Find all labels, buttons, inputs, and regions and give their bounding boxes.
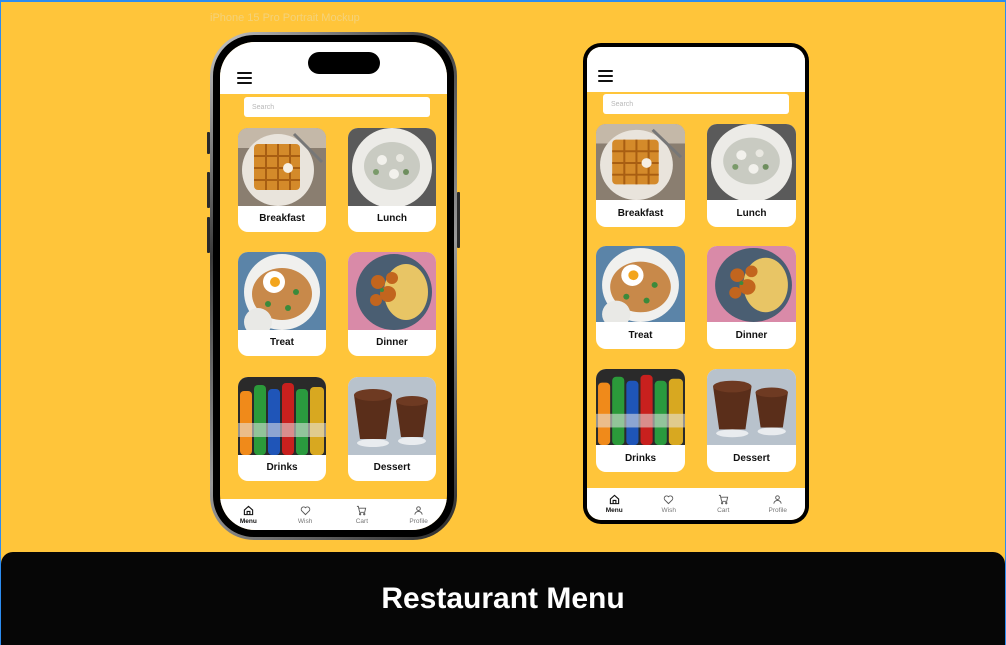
soda-bottles-image (596, 369, 685, 445)
user-icon (773, 495, 782, 504)
fried-rice-image (596, 246, 685, 322)
nav-label: Menu (605, 507, 623, 514)
nav-menu[interactable]: Menu (223, 499, 273, 530)
category-card-dinner[interactable]: Dinner (707, 246, 796, 349)
heart-icon (300, 506, 310, 515)
category-label: Dinner (735, 330, 768, 341)
category-label: Dessert (373, 462, 411, 473)
phone-screen-2: Search Breakfast Lunch Treat Dinner Drin… (587, 47, 805, 520)
title-banner: Restaurant Menu (1, 552, 1005, 645)
category-card-lunch[interactable]: Lunch (348, 128, 436, 232)
iphone-mockup-frame: Search Breakfast Lunch Treat Dinner Drin… (207, 32, 460, 540)
lunch-image (348, 128, 436, 206)
nav-menu[interactable]: Menu (589, 488, 639, 520)
category-label: Treat (628, 330, 653, 341)
category-label: Drinks (266, 462, 298, 473)
noodles-image (348, 252, 436, 330)
noodles-image (707, 246, 796, 322)
category-card-dessert[interactable]: Dessert (348, 377, 436, 481)
cart-icon (718, 494, 728, 505)
banner-title: Restaurant Menu (381, 581, 625, 615)
user-icon (414, 505, 423, 515)
category-card-lunch[interactable]: Lunch (707, 124, 796, 227)
waffle-image (596, 124, 685, 200)
mockup-frame-label: iPhone 15 Pro Portrait Mockup (210, 12, 360, 24)
phone-frame-plain: Search Breakfast Lunch Treat Dinner Drin… (583, 43, 809, 524)
hamburger-menu-icon[interactable] (237, 72, 252, 84)
heart-icon (664, 495, 674, 505)
cart-icon (357, 505, 367, 515)
nav-profile[interactable]: Profile (753, 488, 803, 520)
category-card-treat[interactable]: Treat (238, 252, 326, 356)
fried-rice-image (238, 252, 326, 330)
category-label: Drinks (624, 453, 657, 464)
nav-label: Cart (355, 517, 369, 525)
nav-cart[interactable]: Cart (698, 488, 748, 520)
category-card-drinks[interactable]: Drinks (238, 377, 326, 481)
nav-wish[interactable]: Wish (280, 499, 330, 530)
chocolate-dessert-image (707, 369, 796, 445)
nav-label: Cart (717, 507, 730, 514)
home-icon (609, 494, 619, 505)
app-header (587, 47, 805, 92)
hamburger-menu-icon[interactable] (598, 70, 613, 82)
home-icon (243, 505, 254, 515)
category-label: Dinner (376, 337, 408, 348)
nav-label: Wish (661, 507, 676, 514)
nav-profile[interactable]: Profile (394, 499, 444, 530)
soda-bottles-image (238, 377, 326, 455)
category-label: Lunch (736, 208, 767, 219)
phone-screen-1: Search Breakfast Lunch Treat Dinner Drin… (220, 42, 447, 530)
lunch-image (707, 124, 796, 200)
category-label: Breakfast (617, 208, 664, 219)
nav-label: Wish (297, 517, 313, 525)
category-label: Lunch (377, 213, 407, 224)
bottom-navigation: Menu Wish Cart Profile (587, 488, 805, 520)
nav-label: Profile (409, 517, 428, 525)
category-card-treat[interactable]: Treat (596, 246, 685, 349)
search-input[interactable]: Search (603, 94, 789, 114)
nav-cart[interactable]: Cart (337, 499, 387, 530)
category-label: Treat (270, 337, 294, 348)
waffle-image (238, 128, 326, 206)
category-card-dessert[interactable]: Dessert (707, 369, 796, 472)
category-card-breakfast[interactable]: Breakfast (238, 128, 326, 232)
nav-label: Menu (239, 517, 257, 525)
nav-wish[interactable]: Wish (644, 488, 694, 520)
category-card-drinks[interactable]: Drinks (596, 369, 685, 472)
chocolate-dessert-image (348, 377, 436, 455)
category-label: Breakfast (259, 213, 305, 224)
category-card-dinner[interactable]: Dinner (348, 252, 436, 356)
category-card-breakfast[interactable]: Breakfast (596, 124, 685, 227)
search-input[interactable]: Search (244, 97, 430, 117)
bottom-navigation: Menu Wish Cart Profile (220, 499, 447, 530)
nav-label: Profile (768, 507, 787, 514)
category-label: Dessert (733, 453, 770, 464)
dynamic-island (308, 52, 380, 74)
